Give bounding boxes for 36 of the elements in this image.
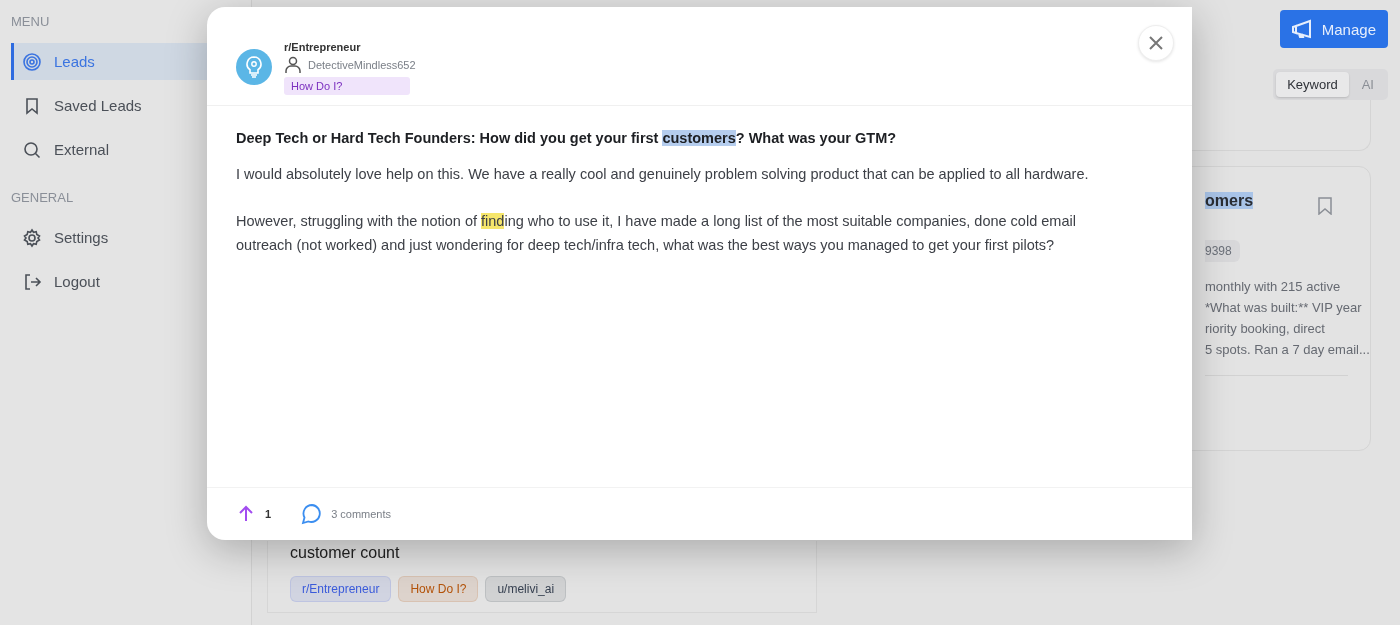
upvote-count: 1 (265, 508, 272, 520)
flair-tag: How Do I? (284, 77, 410, 95)
user-icon (284, 56, 302, 74)
lightbulb-avatar-icon (236, 49, 272, 85)
author-name: DetectiveMindless652 (308, 59, 416, 71)
tag: u/melivi_ai (485, 576, 567, 602)
comment-count: 3 comments (331, 508, 392, 520)
post-paragraph: I would absolutely love help on this. We have a really cool and genuinely problem solving product that can be applied to all hardware. (236, 165, 1090, 184)
comment-icon[interactable] (301, 503, 324, 525)
manage-button[interactable]: Manage (1279, 10, 1388, 48)
tag: r/Entrepreneur (290, 576, 392, 602)
megaphone-icon (1289, 19, 1314, 39)
card-excerpt: riority booking, direct (1205, 320, 1326, 338)
section-heading: MENU (11, 14, 51, 29)
subreddit-name: r/Entrepreneur (284, 41, 362, 53)
section-heading: GENERAL (11, 190, 75, 205)
card-excerpt: monthly with 215 active (1205, 278, 1342, 296)
card-excerpt: *What was built:** VIP year (1205, 299, 1363, 317)
sidebar-item[interactable]: Logout (11, 263, 251, 300)
upvote-icon[interactable] (237, 505, 255, 523)
bookmark-icon[interactable] (1317, 197, 1333, 215)
author-chip: 9398 (1205, 240, 1240, 262)
gear-icon (22, 227, 42, 248)
target-icon (22, 51, 42, 72)
mode-tab[interactable]: Keyword (1276, 72, 1349, 97)
search-icon (22, 139, 42, 160)
card-title: omers (1205, 192, 1255, 210)
close-icon (1149, 36, 1163, 50)
logout-icon (22, 271, 42, 292)
card-title: customer count (290, 544, 401, 562)
close-button[interactable] (1138, 25, 1174, 61)
card-excerpt: 5 spots. Ran a 7 day email... (1205, 341, 1370, 359)
sidebar-item[interactable]: Saved Leads (11, 87, 251, 124)
post-paragraph: However, struggling with the notion of finding who to use it, I have made a long list of the most suitable companies, done cold email outreach (not worked) and just wondering for deep tech/infra tech, what was the best ways you managed to get your first pilots? (236, 212, 1077, 255)
tag: How Do I? (398, 576, 479, 602)
post-title: Deep Tech or Hard Tech Founders: How did you get your first customers? What was your GTM? (236, 130, 898, 146)
